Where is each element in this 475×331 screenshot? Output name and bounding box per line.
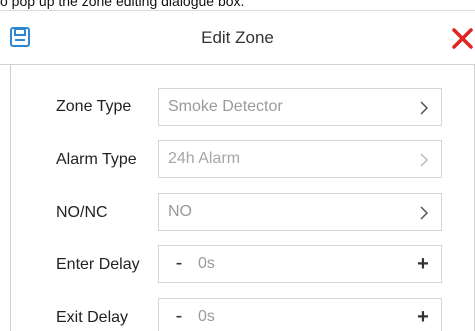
alarm-type-value: 24h Alarm: [168, 150, 241, 167]
decrement-button[interactable]: -: [171, 246, 187, 282]
enter-delay-stepper[interactable]: - 0s +: [158, 245, 442, 283]
no-nc-label: NO/NC: [56, 204, 108, 221]
no-nc-select[interactable]: NO: [158, 193, 442, 231]
zone-type-select[interactable]: Smoke Detector: [158, 88, 442, 126]
page-caption: o pop up the zone editing dialogue box.: [0, 0, 245, 9]
edit-zone-dialog: Edit Zone Zone Type Smoke Detector Alarm…: [0, 10, 475, 331]
chevron-right-icon: [420, 206, 429, 220]
exit-delay-value: 0s: [198, 308, 215, 325]
chevron-right-icon: [420, 101, 429, 115]
zone-type-value: Smoke Detector: [168, 98, 283, 115]
exit-delay-stepper[interactable]: - 0s +: [158, 298, 442, 331]
no-nc-value: NO: [168, 203, 192, 220]
increment-button[interactable]: +: [415, 246, 431, 282]
dialog-header: Edit Zone: [0, 10, 475, 65]
enter-delay-value: 0s: [198, 255, 215, 272]
exit-delay-label: Exit Delay: [56, 309, 129, 326]
dialog-title: Edit Zone: [201, 28, 274, 47]
alarm-type-label: Alarm Type: [56, 151, 137, 168]
zone-type-label: Zone Type: [56, 98, 132, 115]
decrement-button[interactable]: -: [171, 299, 187, 331]
chevron-right-icon: [420, 153, 429, 167]
enter-delay-label: Enter Delay: [56, 256, 140, 273]
alarm-type-select[interactable]: 24h Alarm: [158, 140, 442, 178]
close-icon[interactable]: [450, 26, 475, 51]
increment-button[interactable]: +: [415, 299, 431, 331]
